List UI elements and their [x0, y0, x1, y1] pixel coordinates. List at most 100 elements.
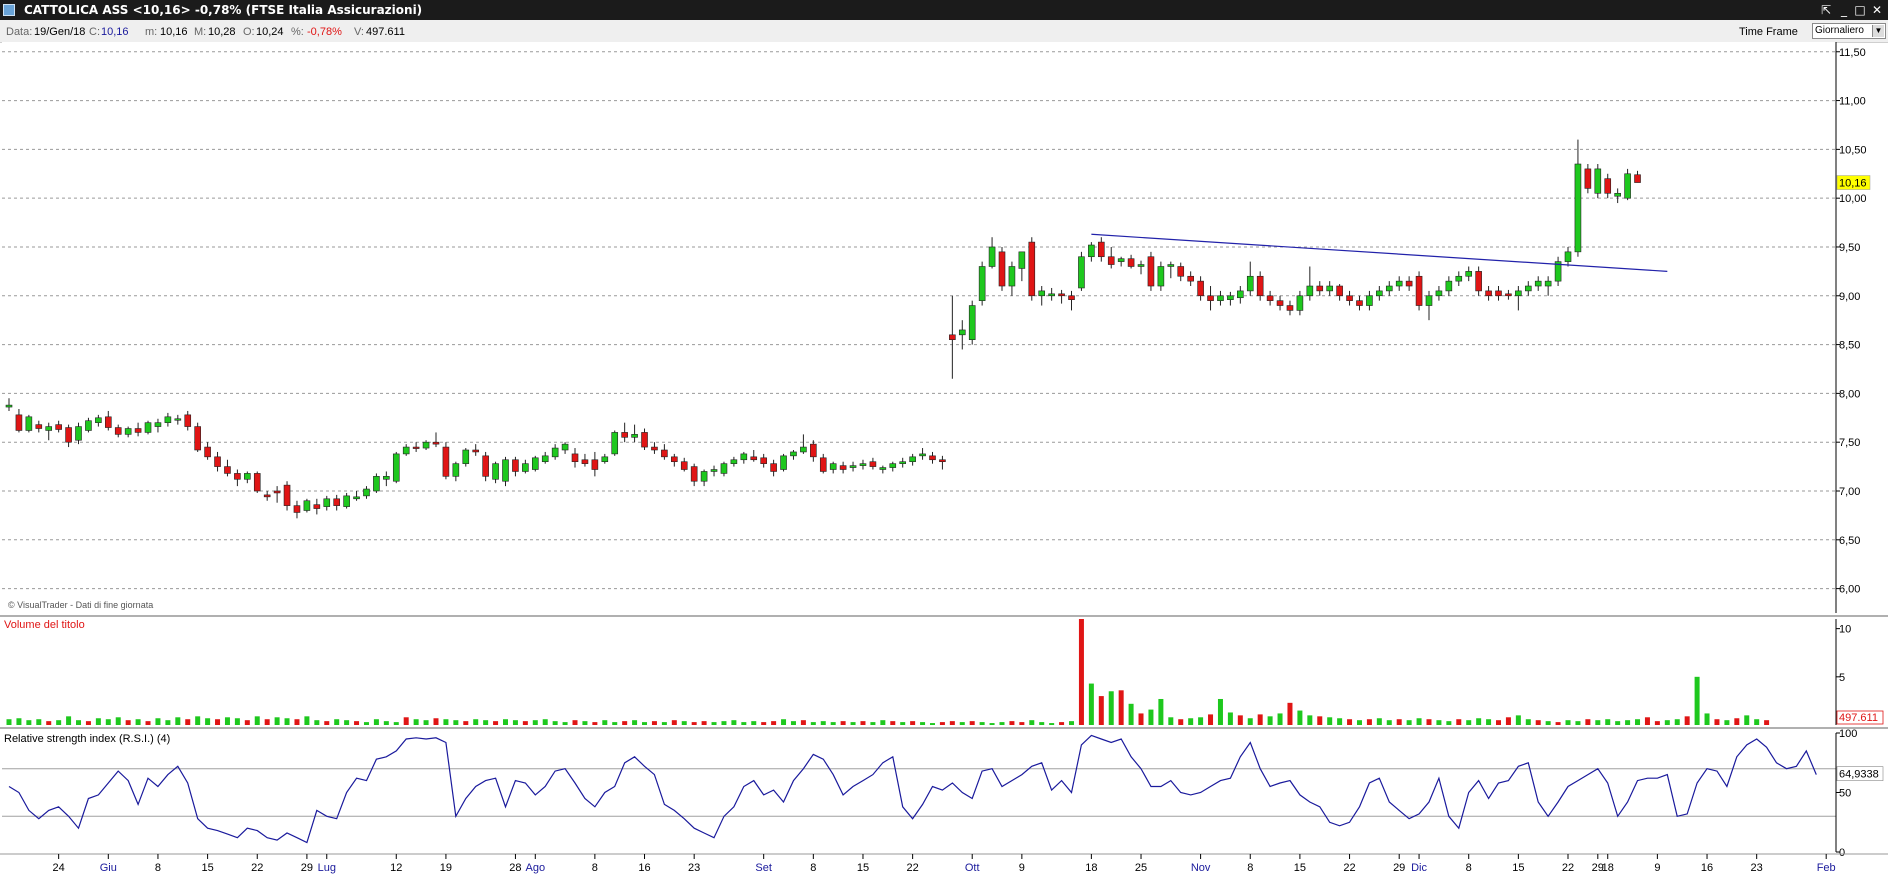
- volume-bar: [1654, 721, 1660, 725]
- volume-bar: [264, 719, 270, 725]
- candle-body: [1624, 173, 1631, 199]
- volume-bar: [95, 718, 101, 725]
- candle-body: [988, 246, 996, 267]
- volume-bar: [979, 722, 985, 725]
- volume-bar: [949, 721, 955, 725]
- volume-bar: [234, 718, 240, 725]
- candle-body: [452, 463, 460, 477]
- x-tick-label: Ago: [526, 862, 546, 874]
- candle-body: [1326, 285, 1333, 292]
- volume-bar: [135, 719, 141, 725]
- volume-bar: [910, 721, 916, 725]
- volume-bar: [681, 721, 687, 725]
- volume-bar: [562, 722, 568, 725]
- candle-body: [204, 446, 211, 458]
- candle-body: [194, 426, 201, 451]
- pin-icon[interactable]: ⇱: [1818, 2, 1834, 18]
- volume-bar: [1049, 723, 1055, 725]
- volume-bar: [1327, 717, 1333, 725]
- x-tick-label: 15: [1294, 862, 1306, 874]
- candle-body: [859, 463, 867, 466]
- volume-bar: [1446, 721, 1452, 725]
- volume-bar: [66, 716, 72, 725]
- volume-bar: [532, 720, 538, 725]
- volume-bar: [1476, 718, 1482, 725]
- x-tick-label: 9: [1019, 862, 1025, 874]
- volume-bar: [125, 720, 131, 725]
- candle-body: [929, 455, 936, 461]
- volume-bar: [433, 718, 439, 725]
- candle-body: [65, 427, 72, 443]
- candle-body: [839, 465, 847, 470]
- volume-bar: [552, 721, 558, 725]
- volume-bar: [1436, 720, 1442, 725]
- candle-body: [1385, 285, 1393, 292]
- candle-body: [1127, 258, 1135, 267]
- candle-body: [551, 447, 559, 458]
- volume-plot-bg: [2, 619, 1836, 725]
- volume-bar: [463, 721, 469, 725]
- volume-bar: [1158, 698, 1164, 725]
- x-tick-label: 29: [301, 862, 313, 874]
- candle-body: [1534, 280, 1542, 287]
- candle-body: [760, 457, 767, 464]
- candle-body: [571, 453, 579, 463]
- volume-bar: [701, 721, 707, 725]
- volume-bar: [542, 719, 548, 725]
- candle-body: [1246, 275, 1254, 292]
- volume-bar: [1088, 683, 1094, 725]
- candle-body: [442, 446, 450, 477]
- volume-bar: [1635, 719, 1641, 725]
- volume-bar: [1486, 719, 1492, 725]
- price-tick-label: 10,00: [1839, 193, 1867, 205]
- max-value: 10,28: [208, 26, 236, 38]
- volume-bar: [274, 717, 280, 725]
- candle-body: [1197, 280, 1204, 297]
- chevron-down-icon[interactable]: ▼: [1872, 25, 1884, 37]
- volume-bar: [1039, 722, 1045, 725]
- volume-bar: [1724, 720, 1730, 725]
- candle-body: [323, 498, 331, 507]
- volume-bar: [76, 720, 82, 725]
- close-button[interactable]: ✕: [1869, 2, 1885, 18]
- candle-body: [879, 467, 887, 470]
- volume-bar: [493, 721, 499, 725]
- volume-bar: [1148, 709, 1154, 725]
- x-tick-label: Giu: [100, 862, 117, 874]
- volume-bar: [453, 720, 459, 725]
- candle-body: [1217, 295, 1224, 301]
- volume-bar: [1356, 720, 1362, 725]
- volume-bar: [334, 719, 340, 725]
- volume-value: 497.611: [366, 26, 405, 38]
- volume-bar: [1515, 715, 1521, 725]
- open-label: O:: [243, 26, 255, 38]
- volume-bar: [1108, 691, 1114, 725]
- volume-bar: [1466, 720, 1472, 725]
- minimize-button[interactable]: _: [1836, 2, 1852, 18]
- volume-bar: [155, 718, 161, 725]
- rsi-pane-title: Relative strength index (R.S.I.) (4): [4, 733, 170, 745]
- candle-body: [1177, 266, 1185, 277]
- volume-last-label: 497.611: [1839, 712, 1878, 724]
- volume-bar: [592, 722, 598, 725]
- volume-bar: [642, 722, 648, 725]
- volume-bar: [830, 722, 836, 725]
- volume-bar: [870, 722, 876, 725]
- info-bar: Data: 19/Gen/18 C: 10,16 m: 10,16 M: 10,…: [0, 20, 1888, 43]
- price-tick-label: 7,50: [1839, 437, 1860, 449]
- volume-bar: [56, 720, 62, 725]
- timeframe-select[interactable]: Giornaliero ▼: [1812, 23, 1886, 39]
- watermark-text: © VisualTrader - Dati di fine giornata: [8, 600, 153, 610]
- volume-bar: [761, 722, 767, 725]
- candle-body: [1634, 174, 1641, 183]
- candle-body: [1187, 275, 1194, 282]
- x-tick-label: Lug: [318, 862, 336, 874]
- maximize-button[interactable]: □: [1852, 2, 1868, 18]
- candle-body: [1028, 241, 1036, 297]
- volume-bar: [26, 720, 32, 725]
- candle-body: [1336, 285, 1343, 297]
- x-tick-label: 25: [1135, 862, 1147, 874]
- candle-body: [1137, 264, 1145, 267]
- x-tick-label: 9: [1654, 862, 1660, 874]
- candle-body: [1475, 271, 1482, 292]
